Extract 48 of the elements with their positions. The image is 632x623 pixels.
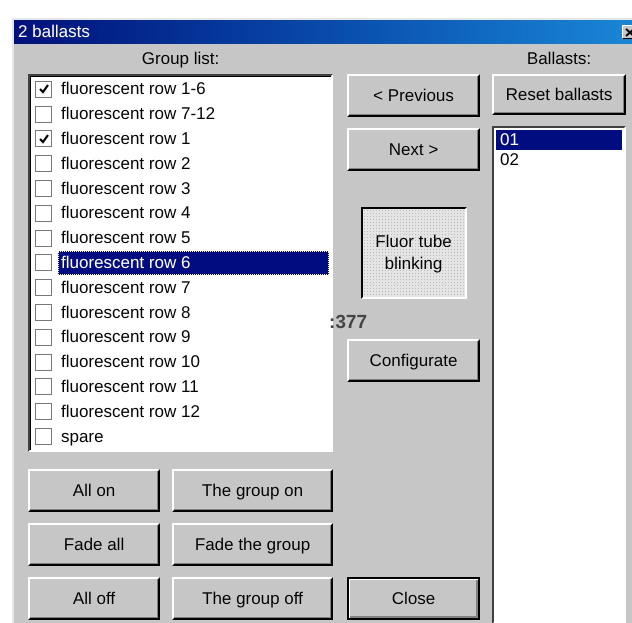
checkbox[interactable]: [35, 130, 52, 148]
group-list-item[interactable]: spare: [58, 424, 329, 449]
count-label: :377: [329, 311, 368, 335]
group-list-item[interactable]: fluorescent row 3: [58, 176, 329, 201]
checkbox[interactable]: [35, 180, 52, 198]
checkbox[interactable]: [35, 80, 52, 98]
group-list-item[interactable]: fluorescent row 5: [58, 226, 329, 250]
checkbox[interactable]: [35, 230, 52, 247]
group-list-item[interactable]: fluorescent row 1: [58, 126, 329, 151]
group-action-button[interactable]: Fade the group: [172, 523, 333, 566]
window-title: 2 ballasts: [18, 22, 90, 42]
group-action-button[interactable]: Fade all: [28, 523, 160, 566]
group-list-item[interactable]: fluorescent row 7: [58, 276, 329, 300]
group-list-item[interactable]: fluorescent row 1-6: [58, 77, 329, 102]
group-list-item[interactable]: fluorescent row 2: [58, 152, 329, 176]
group-list-item[interactable]: fluorescent row 11: [58, 374, 329, 399]
close-button[interactable]: Close: [347, 577, 480, 620]
checkbox[interactable]: [35, 403, 52, 420]
checkbox[interactable]: [35, 279, 52, 296]
group-action-button[interactable]: All off: [28, 577, 160, 620]
group-list-item[interactable]: fluorescent row 6: [58, 250, 329, 275]
group-list-label: Group list:: [140, 48, 220, 70]
group-action-button[interactable]: All on: [28, 469, 160, 512]
checkbox[interactable]: [35, 254, 52, 272]
configurate-button[interactable]: Configurate: [347, 339, 480, 382]
checkbox[interactable]: [35, 304, 52, 322]
checkbox[interactable]: [35, 428, 52, 446]
checkbox[interactable]: [35, 106, 52, 123]
ballast-item[interactable]: 02: [496, 150, 622, 170]
group-action-button[interactable]: The group on: [172, 469, 333, 512]
group-list-item[interactable]: fluorescent row 9: [58, 325, 329, 350]
group-list-item[interactable]: fluorescent row 8: [58, 300, 329, 325]
next-button[interactable]: Next >: [347, 128, 480, 171]
checkbox[interactable]: [35, 155, 52, 172]
ballasts-label: Ballasts:: [526, 48, 592, 70]
previous-button[interactable]: < Previous: [347, 74, 480, 117]
group-list-item[interactable]: fluorescent row 4: [58, 201, 329, 226]
checkbox[interactable]: [35, 204, 52, 222]
group-list-item[interactable]: fluorescent row 10: [58, 350, 329, 374]
checkbox[interactable]: [35, 328, 52, 346]
ballast-item[interactable]: 01: [496, 130, 622, 150]
status-panel: Fluor tube blinking: [360, 207, 466, 299]
group-action-button[interactable]: The group off: [172, 577, 333, 620]
group-list-item[interactable]: fluorescent row 7-12: [58, 102, 329, 126]
group-list-item[interactable]: fluorescent row 12: [58, 400, 329, 424]
checkbox[interactable]: [35, 378, 52, 396]
reset-ballasts-button[interactable]: Reset ballasts: [492, 74, 626, 115]
checkbox[interactable]: [35, 354, 52, 371]
